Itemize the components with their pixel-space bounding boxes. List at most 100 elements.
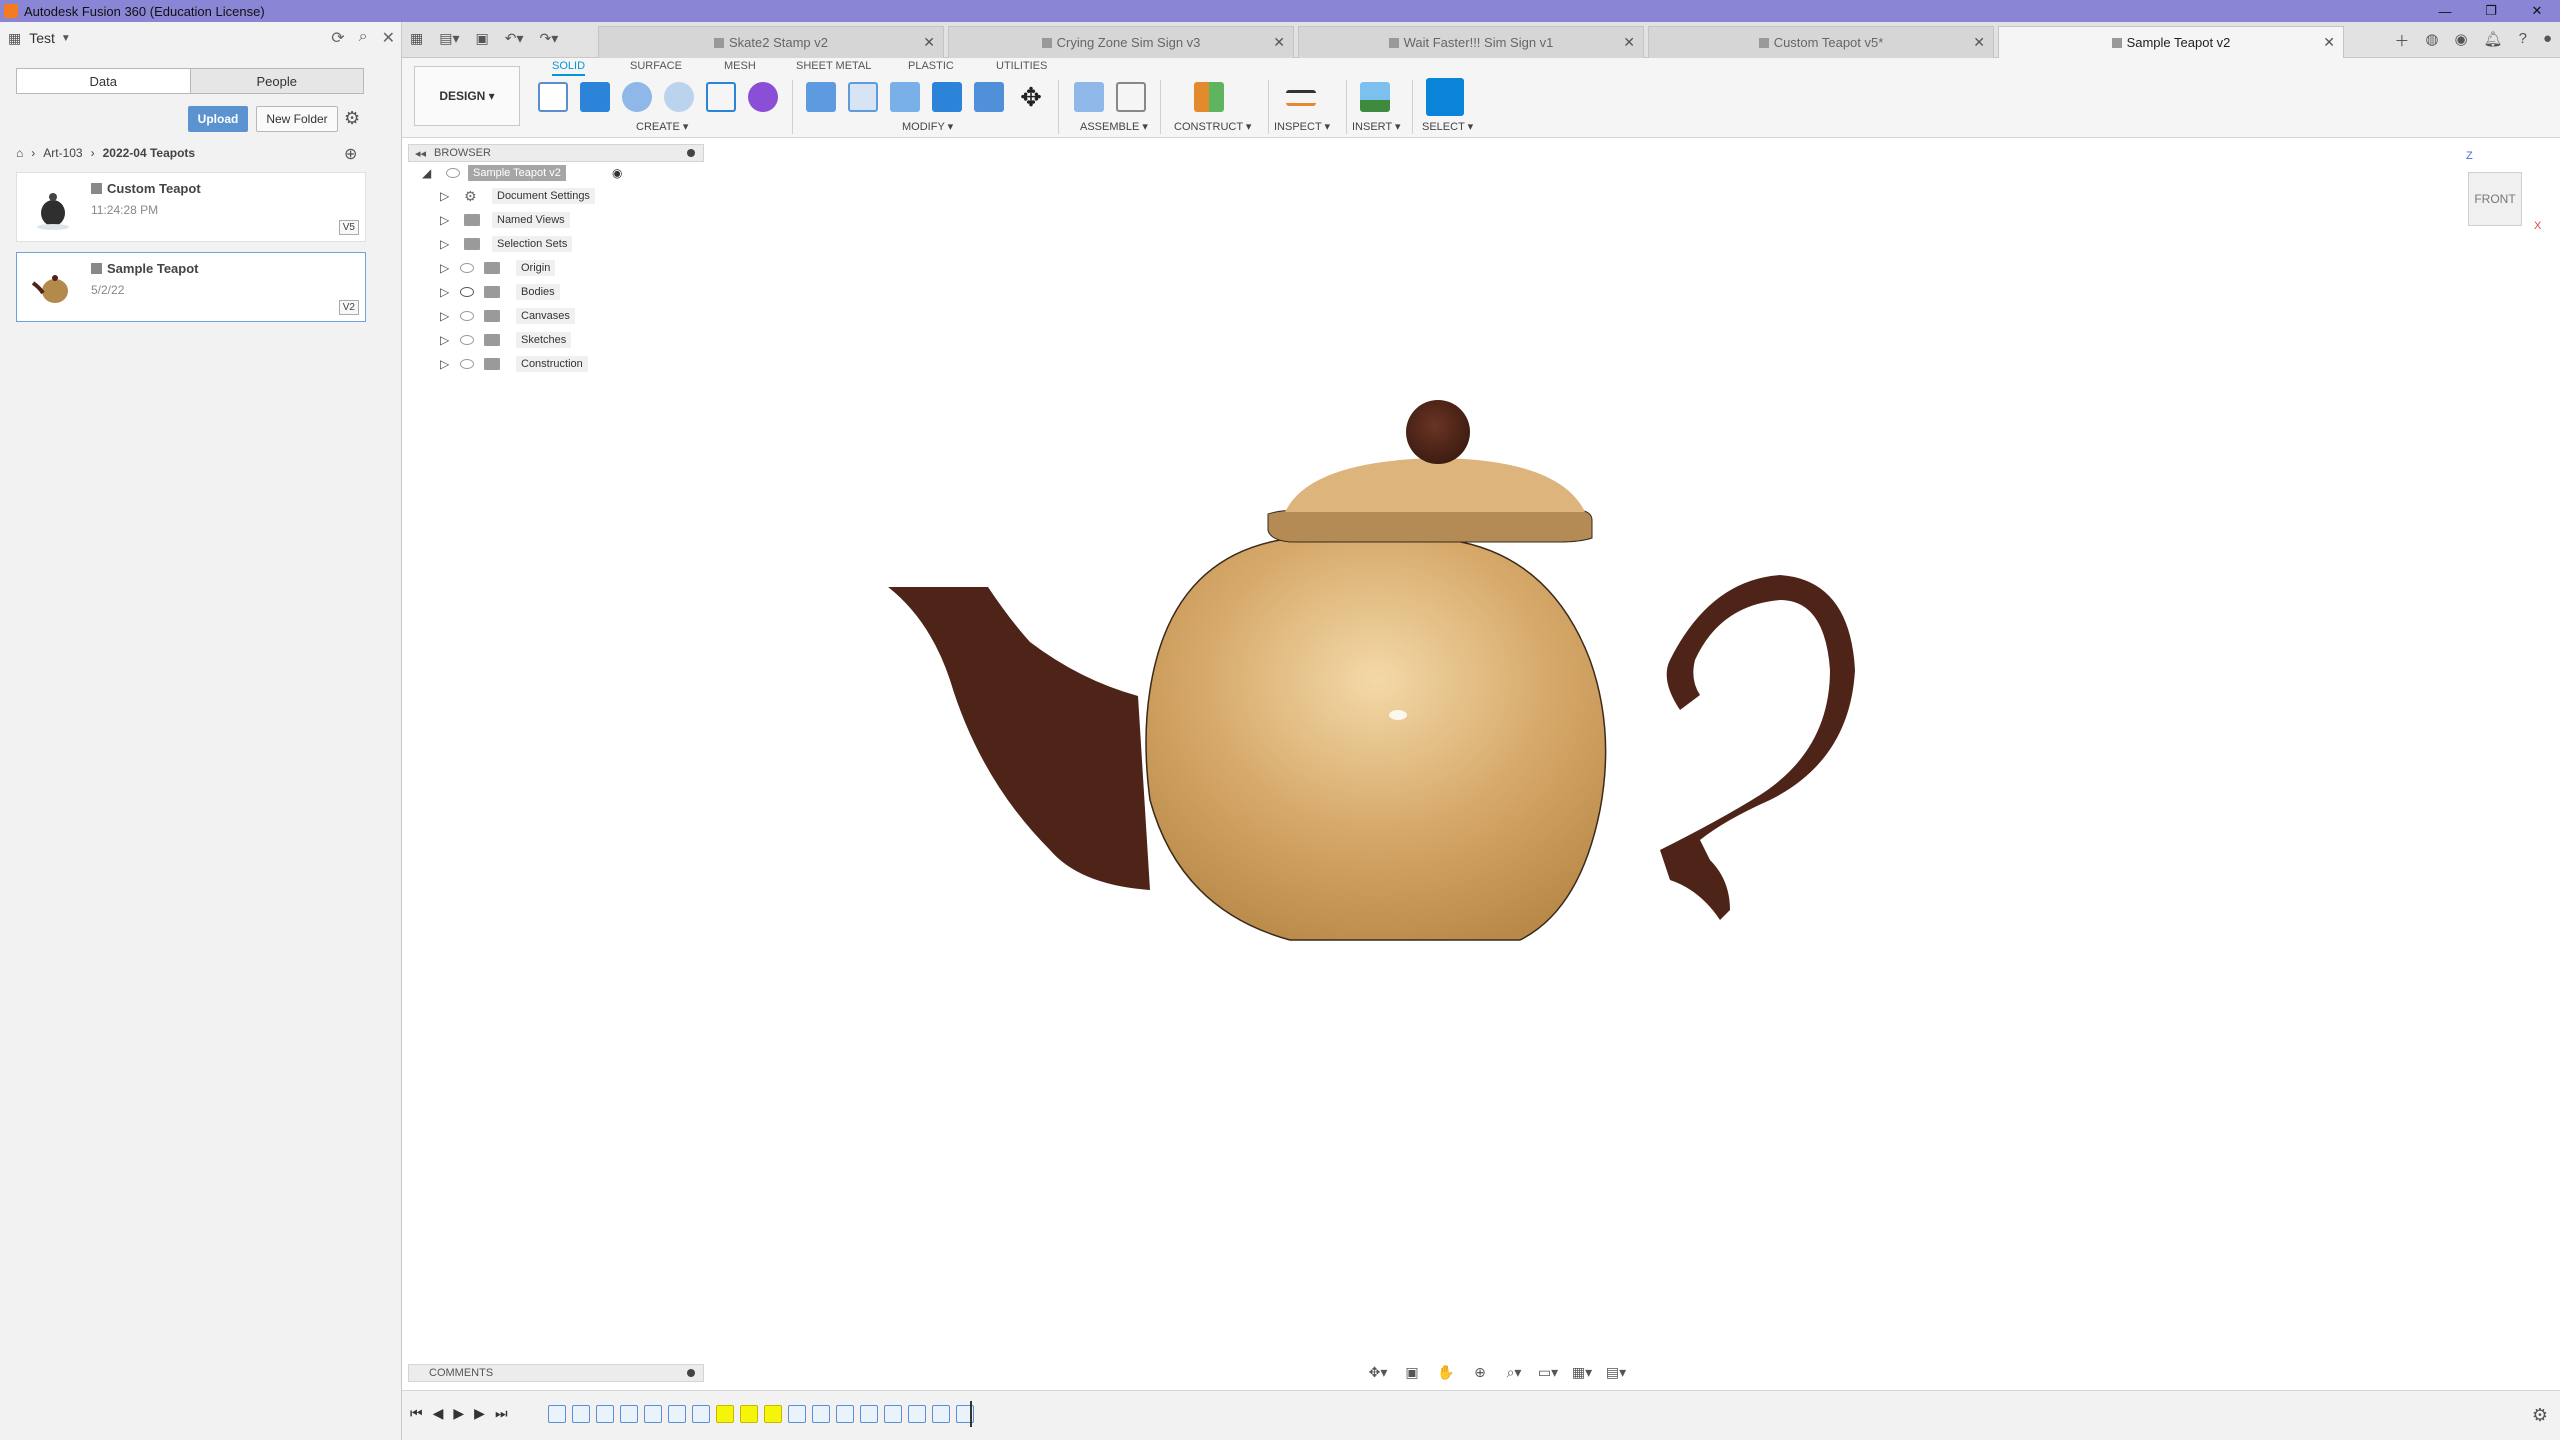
create-sketch-icon[interactable] (538, 82, 568, 112)
visibility-icon[interactable] (460, 287, 474, 297)
timeline-feature[interactable] (860, 1405, 878, 1423)
chevron-down-icon[interactable]: ◢ (422, 166, 431, 180)
assemble-menu[interactable]: ASSEMBLE ▾ (1080, 120, 1148, 133)
gear-icon[interactable]: ⚙ (2532, 1405, 2548, 1426)
visibility-icon[interactable] (460, 311, 474, 321)
timeline-feature[interactable] (596, 1405, 614, 1423)
close-tab-icon[interactable]: ✕ (1973, 34, 1985, 51)
timeline-feature-highlighted[interactable] (740, 1405, 758, 1423)
zoom-icon[interactable]: ⊕ (1466, 1362, 1494, 1382)
document-tab[interactable]: Crying Zone Sim Sign v3 ✕ (948, 26, 1294, 58)
timeline-feature-highlighted[interactable] (716, 1405, 734, 1423)
tab-utilities[interactable]: UTILITIES (996, 60, 1047, 72)
document-tab[interactable]: Wait Faster!!! Sim Sign v1 ✕ (1298, 26, 1644, 58)
browser-item[interactable]: ▷ Canvases (408, 304, 704, 328)
browser-item[interactable]: ▷ Selection Sets (408, 232, 704, 256)
timeline-feature[interactable] (572, 1405, 590, 1423)
create-menu[interactable]: CREATE ▾ (636, 120, 688, 133)
chevron-right-icon[interactable]: ▷ (440, 261, 449, 275)
browser-item[interactable]: ▷ Bodies (408, 280, 704, 304)
timeline-feature[interactable] (812, 1405, 830, 1423)
new-folder-button[interactable]: New Folder (256, 106, 338, 132)
fillet-icon[interactable] (848, 82, 878, 112)
create-form-icon[interactable] (748, 82, 778, 112)
pin-icon[interactable] (687, 1369, 695, 1377)
job-status-icon[interactable]: ◉ (2454, 30, 2467, 51)
visibility-icon[interactable] (446, 168, 460, 178)
select-menu[interactable]: SELECT ▾ (1422, 120, 1473, 133)
tab-sheet-metal[interactable]: SHEET METAL (796, 60, 871, 72)
close-tab-icon[interactable]: ✕ (2323, 34, 2335, 51)
collapse-icon[interactable]: ◂◂ (415, 147, 426, 160)
document-tab[interactable]: Skate2 Stamp v2 ✕ (598, 26, 944, 58)
project-selector[interactable]: Test (29, 30, 55, 46)
tab-plastic[interactable]: PLASTIC (908, 60, 954, 72)
timeline-feature[interactable] (884, 1405, 902, 1423)
save-icon[interactable]: ▣ (476, 30, 489, 47)
look-at-icon[interactable]: ▣ (1398, 1362, 1426, 1382)
play-icon[interactable]: ▶ (453, 1405, 464, 1422)
close-tab-icon[interactable]: ✕ (923, 34, 935, 51)
timeline-feature[interactable] (692, 1405, 710, 1423)
gear-icon[interactable]: ⚙ (344, 108, 360, 129)
document-tab[interactable]: Custom Teapot v5* ✕ (1648, 26, 1994, 58)
document-tab-active[interactable]: Sample Teapot v2 ✕ (1998, 26, 2344, 58)
timeline-feature-highlighted[interactable] (764, 1405, 782, 1423)
chevron-right-icon[interactable]: ▷ (440, 213, 449, 227)
chevron-right-icon[interactable]: ▷ (440, 333, 449, 347)
chevron-down-icon[interactable]: ▼ (61, 33, 71, 44)
file-menu-icon[interactable]: ▤▾ (439, 30, 459, 47)
timeline-feature[interactable] (932, 1405, 950, 1423)
redo-icon[interactable]: ↷▾ (540, 30, 559, 47)
step-forward-icon[interactable]: ▶ (474, 1405, 485, 1422)
browser-header[interactable]: ◂◂ BROWSER (408, 144, 704, 162)
press-pull-icon[interactable] (806, 82, 836, 112)
display-settings-icon[interactable]: ▭▾ (1534, 1362, 1562, 1382)
refresh-icon[interactable]: ⟳ (331, 28, 344, 48)
minimize-button[interactable]: — (2422, 0, 2468, 22)
move-copy-icon[interactable]: ✥ (1016, 82, 1046, 112)
chevron-right-icon[interactable]: ▷ (440, 285, 449, 299)
offset-face-icon[interactable] (974, 82, 1004, 112)
restore-button[interactable]: ❐ (2468, 0, 2514, 22)
zoom-window-icon[interactable]: ⌕▾ (1500, 1362, 1528, 1382)
chevron-right-icon[interactable]: ▷ (440, 189, 449, 203)
viewcube[interactable]: FRONT (2468, 172, 2522, 226)
timeline-feature[interactable] (620, 1405, 638, 1423)
tab-people[interactable]: People (189, 69, 363, 93)
visibility-icon[interactable] (460, 335, 474, 345)
visibility-icon[interactable] (460, 263, 474, 273)
go-to-start-icon[interactable]: ⏮ (410, 1405, 423, 1422)
help-icon[interactable]: ? (2519, 30, 2527, 51)
home-icon[interactable]: ⌂ (16, 146, 23, 160)
timeline-feature[interactable] (644, 1405, 662, 1423)
modify-menu[interactable]: MODIFY ▾ (902, 120, 953, 133)
close-tab-icon[interactable]: ✕ (1623, 34, 1635, 51)
browser-root[interactable]: ◢ Sample Teapot v2 ◉ (408, 162, 704, 184)
inspect-menu[interactable]: INSPECT ▾ (1274, 120, 1330, 133)
close-icon[interactable]: ✕ (382, 28, 395, 48)
step-back-icon[interactable]: ◀ (433, 1405, 444, 1422)
apps-grid-icon[interactable]: ▦ (410, 30, 423, 47)
version-badge[interactable]: V5 (338, 220, 359, 235)
close-tab-icon[interactable]: ✕ (1273, 34, 1285, 51)
teapot-model[interactable] (880, 380, 1870, 1020)
chevron-right-icon[interactable]: ▷ (440, 309, 449, 323)
file-card[interactable]: Sample Teapot 5/2/22 V2 (16, 252, 366, 322)
shell-icon[interactable] (890, 82, 920, 112)
offset-plane-icon[interactable] (1194, 82, 1224, 112)
tab-solid[interactable]: SOLID (552, 60, 586, 76)
viewports-icon[interactable]: ▤▾ (1602, 1362, 1630, 1382)
user-avatar-icon[interactable]: ● (2543, 30, 2552, 51)
notifications-icon[interactable]: 🔔︎ (2484, 30, 2503, 51)
globe-icon[interactable]: ⊕ (344, 144, 357, 164)
new-tab-icon[interactable]: ＋ (2394, 30, 2409, 51)
revolve-icon[interactable] (622, 82, 652, 112)
version-badge[interactable]: V2 (338, 300, 359, 315)
tab-surface[interactable]: SURFACE (630, 60, 682, 72)
workspace-switcher[interactable]: DESIGN ▾ (414, 66, 520, 126)
combine-icon[interactable] (932, 82, 962, 112)
extrude-icon[interactable] (580, 82, 610, 112)
tab-data[interactable]: Data (17, 69, 190, 93)
timeline-feature[interactable] (548, 1405, 566, 1423)
